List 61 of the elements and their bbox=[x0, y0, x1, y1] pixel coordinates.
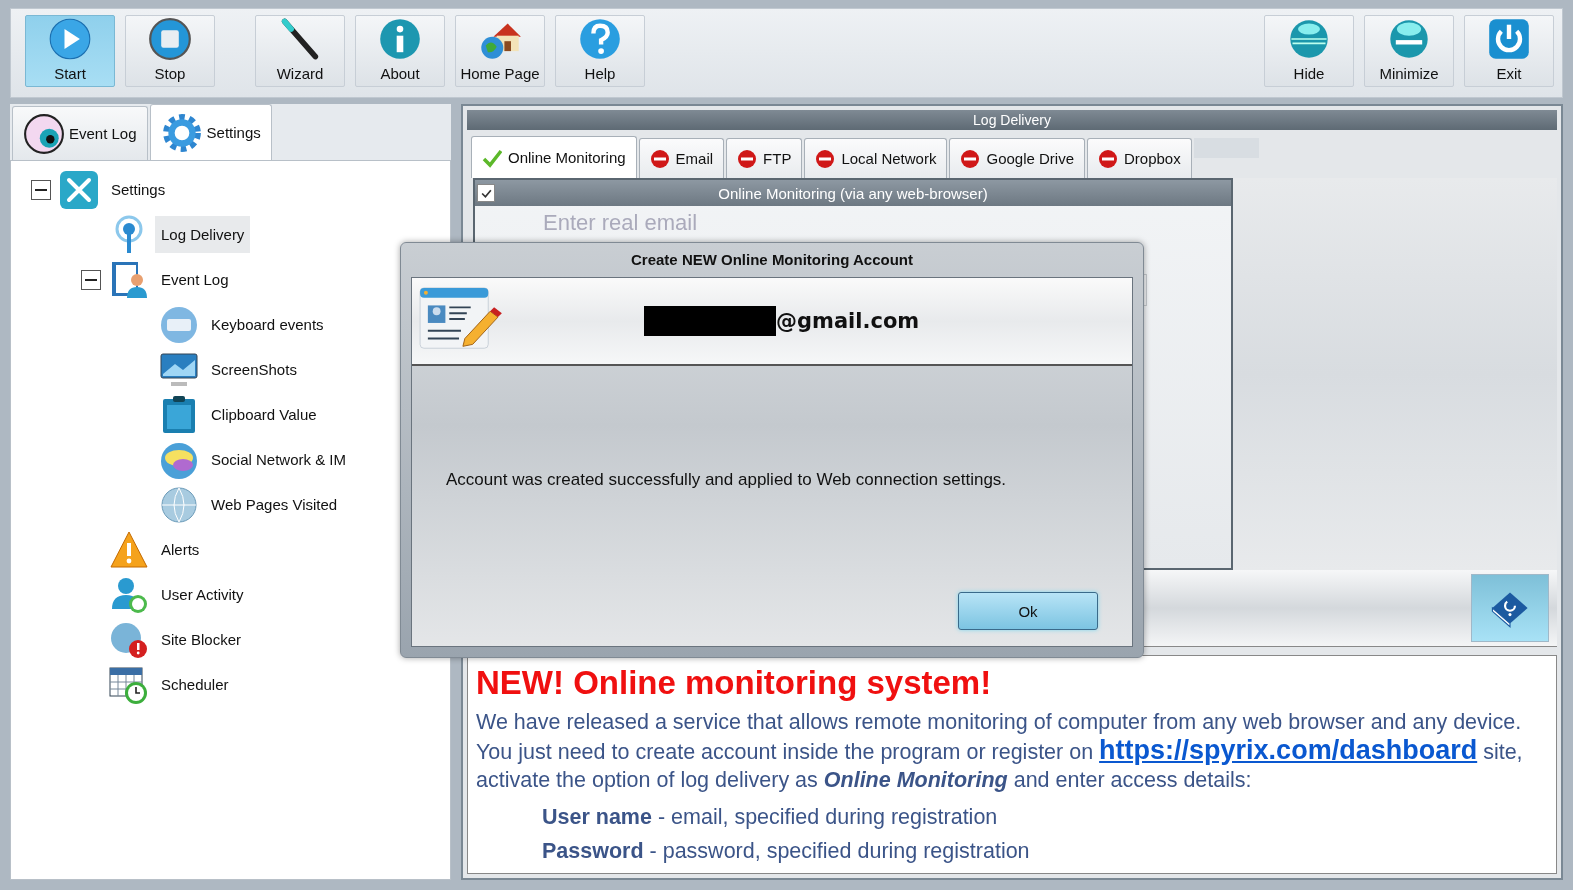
collapse-toggle[interactable] bbox=[81, 269, 101, 290]
panel-title: Log Delivery bbox=[467, 110, 1557, 130]
dialog-title: Create NEW Online Monitoring Account bbox=[630, 250, 914, 270]
toolbar-button[interactable]: About bbox=[355, 15, 445, 87]
eye-icon bbox=[23, 112, 65, 155]
tree-item[interactable]: Social Network & IM bbox=[205, 441, 353, 478]
delivery-tab[interactable]: Google Drive bbox=[949, 138, 1085, 178]
dashboard-link[interactable]: https://spyrix.com/dashboard bbox=[1099, 735, 1478, 765]
sphere-icon bbox=[1287, 17, 1331, 61]
toolbar-button[interactable]: Stop bbox=[125, 15, 215, 87]
tree-item[interactable]: Event Log bbox=[155, 261, 235, 298]
collapse-toggle[interactable] bbox=[31, 179, 51, 200]
notebook-user-icon bbox=[109, 259, 149, 300]
toolbar-button[interactable]: Home Page bbox=[455, 15, 545, 87]
tree-item[interactable]: Alerts bbox=[155, 531, 206, 568]
email-field[interactable]: Enter real email bbox=[543, 208, 1115, 238]
tree-item[interactable]: Clipboard Value bbox=[205, 396, 323, 433]
toolbar-button[interactable]: Wizard bbox=[255, 15, 345, 87]
tree-item[interactable]: ScreenShots bbox=[205, 351, 303, 388]
ok-button[interactable]: Ok bbox=[958, 592, 1098, 630]
tree-item[interactable]: Keyboard events bbox=[205, 306, 330, 343]
credential-line: Password - password, specified during registration bbox=[541, 838, 1031, 865]
help-book-button[interactable] bbox=[1471, 574, 1549, 642]
toolbar-button[interactable]: Minimize bbox=[1364, 15, 1454, 87]
info-heading: NEW! Online monitoring system! bbox=[476, 664, 993, 702]
delivery-tab[interactable]: Online Monitoring bbox=[471, 136, 637, 178]
delivery-tab[interactable]: Dropbox bbox=[1087, 138, 1192, 178]
globe-icon bbox=[159, 484, 199, 525]
tools-icon bbox=[59, 169, 99, 210]
credential-line: User name - email, specified during registration bbox=[541, 804, 999, 831]
panel-tab[interactable]: Event Log bbox=[12, 106, 148, 160]
tree-item[interactable]: Site Blocker bbox=[155, 621, 248, 658]
help-icon bbox=[578, 17, 622, 61]
warning-icon bbox=[109, 529, 149, 570]
power-icon bbox=[1487, 17, 1531, 61]
info-icon bbox=[378, 17, 422, 61]
account-email: @gmail.com bbox=[776, 309, 920, 333]
play-icon bbox=[48, 17, 92, 61]
delivery-tab[interactable]: FTP bbox=[726, 138, 803, 178]
tree-item[interactable]: Log Delivery bbox=[155, 216, 251, 253]
delivery-tab[interactable]: Local Network bbox=[804, 138, 948, 178]
stop-icon bbox=[148, 17, 192, 61]
delivery-tab[interactable]: Email bbox=[638, 138, 725, 178]
tab-strip-background bbox=[1193, 138, 1259, 158]
toolbar-button[interactable]: Exit bbox=[1464, 15, 1554, 87]
tree-item[interactable]: Settings bbox=[105, 171, 172, 208]
tree-item[interactable]: User Activity bbox=[155, 576, 250, 613]
dialog-message: Account was created successfully and applied to Web connection settings. bbox=[446, 470, 1008, 490]
section-title: Online Monitoring (via any web-browser) bbox=[717, 184, 989, 202]
keyboard-sphere-icon bbox=[159, 304, 199, 345]
minimize-icon bbox=[1387, 17, 1431, 61]
tree-item[interactable]: Scheduler bbox=[155, 666, 235, 703]
calendar-clock-icon bbox=[109, 664, 149, 705]
toolbar-button[interactable]: Hide bbox=[1264, 15, 1354, 87]
checkbox[interactable] bbox=[477, 184, 495, 202]
panel-tab[interactable]: Settings bbox=[149, 104, 272, 160]
toolbar-button[interactable]: Start bbox=[25, 15, 115, 87]
tree-item[interactable]: Web Pages Visited bbox=[205, 486, 344, 523]
toolbar-button[interactable]: Help bbox=[555, 15, 645, 87]
info-paragraph: We have released a service that allows remote monitoring of computer from any web browser and any device. You just need to create account inside the program or register on https://spyrix.com/dashboard site, activate the option of log delivery as Online Monitoring and enter access details: bbox=[476, 709, 1524, 794]
gear-icon bbox=[160, 111, 203, 154]
